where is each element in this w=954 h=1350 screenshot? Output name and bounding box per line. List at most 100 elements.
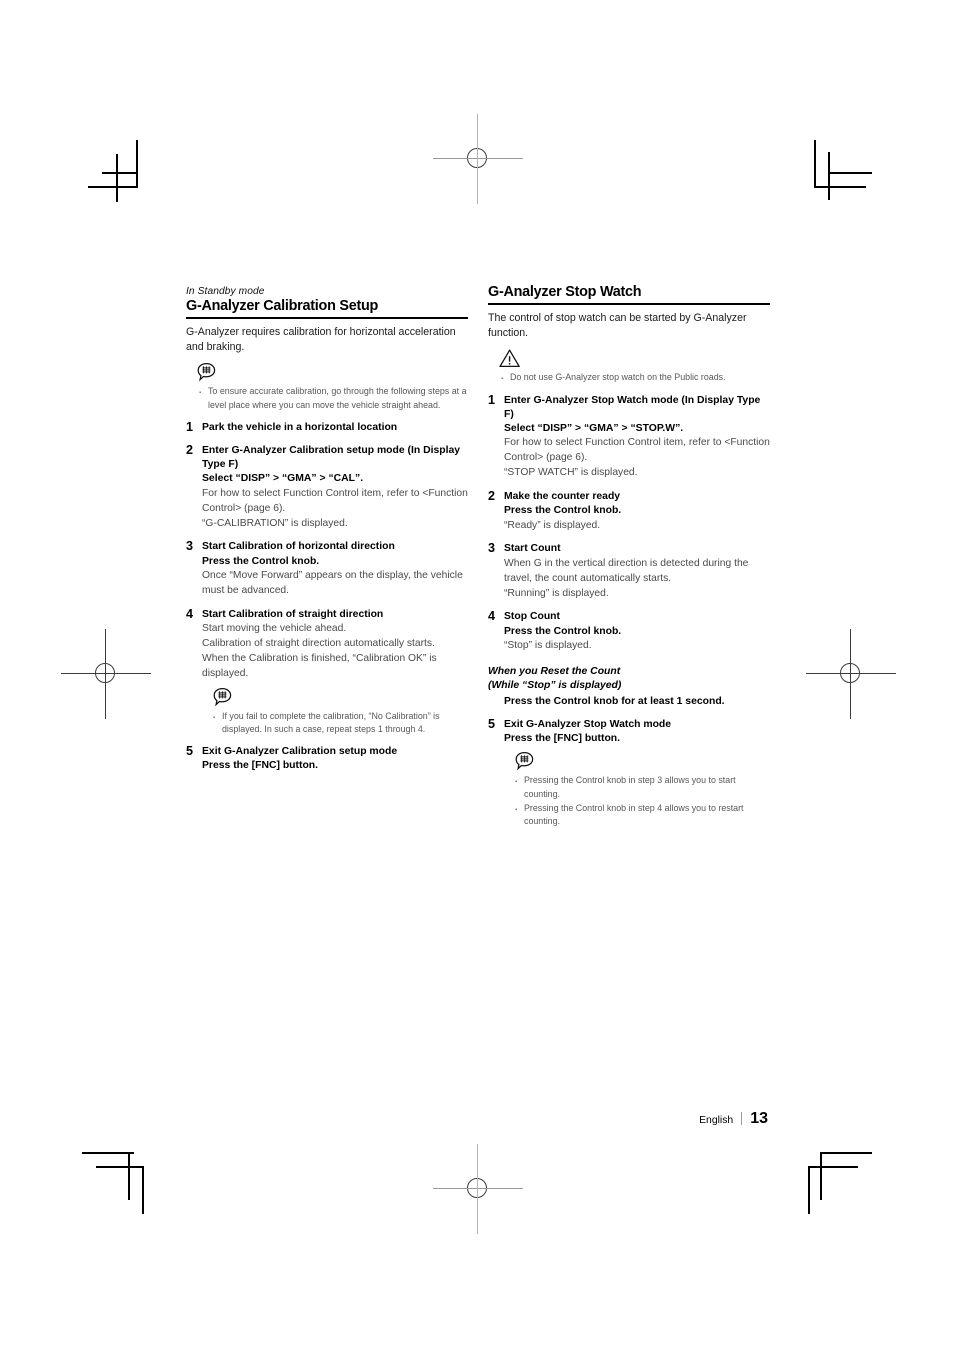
step-subheading: Select “DISP” > “GMA” > “CAL”. [202, 473, 364, 485]
step-number: 5 [186, 744, 194, 759]
crop-mark-bottom-left-h-outer [82, 1152, 134, 1154]
crop-mark-bottom-right-h-outer [820, 1152, 872, 1154]
stopwatch-step-1: 1 Enter G-Analyzer Stop Watch mode (In D… [488, 392, 770, 482]
step-number: 4 [186, 606, 194, 621]
note-bubble-icon [212, 687, 468, 709]
step-subheading: Press the [FNC] button. [504, 733, 621, 745]
crop-mark-bottom-left-h-inner [96, 1166, 144, 1168]
calibration-step-3: 3 Start Calibration of horizontal direct… [186, 539, 468, 598]
note-item: To ensure accurate calibration, go throu… [186, 384, 468, 411]
note-list: Pressing the Control knob in step 3 allo… [504, 773, 770, 828]
crop-mark-bottom-right-v-outer [820, 1152, 822, 1200]
step-number: 1 [488, 392, 496, 407]
crop-mark-top-right-h-inner [828, 172, 872, 174]
crop-mark-top-right-h-outer [814, 186, 866, 188]
note-item: Pressing the Control knob in step 3 allo… [504, 773, 770, 800]
footer-page-number: 13 [750, 1110, 768, 1127]
calibration-step4-note-block: If you fail to complete the calibration,… [202, 687, 468, 736]
calibration-step-4: 4 Start Calibration of straight directio… [186, 606, 468, 736]
registration-mark-right-middle [806, 629, 896, 719]
step-heading: Stop Count [504, 611, 560, 623]
registration-hairline-v [477, 114, 478, 204]
crop-mark-top-right-v-outer [814, 140, 816, 188]
step-heading: Start Calibration of straight direction [202, 608, 384, 620]
note-list: If you fail to complete the calibration,… [202, 709, 468, 736]
step-number: 2 [488, 489, 496, 504]
crop-mark-top-left-v-outer [136, 140, 138, 188]
registration-hairline-h [61, 673, 151, 674]
step-heading: Make the counter ready [504, 491, 621, 503]
caution-list: Do not use G-Analyzer stop watch on the … [488, 370, 770, 386]
stopwatch-step-3: 3 Start Count When G in the vertical dir… [488, 541, 770, 601]
step-heading: Exit G-Analyzer Stop Watch mode [504, 718, 672, 730]
calibration-step-5: 5 Exit G-Analyzer Calibration setup mode… [186, 744, 468, 774]
step-heading: Exit G-Analyzer Calibration setup mode [202, 746, 398, 758]
section-kicker: In Standby mode [186, 286, 265, 297]
footer-language-label: English [699, 1115, 734, 1126]
step-body: For how to select Function Control item,… [504, 437, 770, 479]
left-column: In Standby mode G-Analyzer Calibration S… [186, 286, 468, 774]
step-body: “Stop” is displayed. [504, 639, 592, 651]
stopwatch-note-block: Pressing the Control knob in step 3 allo… [504, 751, 770, 828]
note-list: To ensure accurate calibration, go throu… [186, 384, 468, 411]
step-number: 1 [186, 419, 194, 434]
step-body: Start moving the vehicle ahead. Calibrati… [202, 623, 437, 679]
page-title-stop-watch: G-Analyzer Stop Watch [488, 284, 642, 300]
step-heading: Start Count [504, 543, 561, 555]
registration-hairline-v [477, 1144, 478, 1234]
registration-hairline-h [433, 158, 523, 159]
step-subheading: Press the Control knob. [202, 555, 320, 567]
registration-hairline-h [433, 1188, 523, 1189]
crop-mark-bottom-right-v-inner [808, 1166, 810, 1214]
title-underline [488, 303, 770, 306]
printed-page: In Standby mode G-Analyzer Calibration S… [0, 0, 954, 1350]
crop-mark-bottom-left-v-inner [142, 1166, 144, 1214]
crop-mark-top-left-v-inner [116, 154, 118, 202]
calibration-step-2: 2 Enter G-Analyzer Calibration setup mod… [186, 442, 468, 532]
step-body: Once “Move Forward” appears on the displ… [202, 569, 463, 596]
footer-divider [741, 1112, 743, 1125]
crop-mark-bottom-right-h-inner [810, 1166, 858, 1168]
reset-count-subheading: When you Reset the Count (While “Stop” is… [488, 665, 622, 692]
step-heading: Park the vehicle in a horizontal locatio… [202, 421, 398, 433]
stopwatch-step-4: 4 Stop Count Press the Control knob. “St… [488, 609, 770, 653]
stopwatch-step-5: 5 Exit G-Analyzer Stop Watch mode Press … [488, 716, 770, 828]
calibration-intro-text: G-Analyzer requires calibration for hori… [186, 326, 456, 354]
registration-hairline-v [850, 629, 851, 719]
step-number: 3 [186, 539, 194, 554]
crop-mark-top-right-v-inner [828, 152, 830, 200]
note-item: Pressing the Control knob in step 4 allo… [504, 801, 770, 828]
registration-mark-bottom-center [433, 1144, 523, 1234]
step-subheading: Press the [FNC] button. [202, 760, 319, 772]
stopwatch-intro-text: The control of stop watch can be started… [488, 312, 747, 340]
step-subheading: Press the Control knob. [504, 505, 622, 517]
reset-count-instruction: Press the Control knob for at least 1 se… [504, 695, 725, 707]
stopwatch-caution-block: Do not use G-Analyzer stop watch on the … [488, 348, 770, 386]
note-item: If you fail to complete the calibration,… [202, 709, 468, 736]
registration-hairline-v [105, 629, 106, 719]
step-heading: Enter G-Analyzer Calibration setup mode … [202, 444, 461, 471]
calibration-note-block: To ensure accurate calibration, go throu… [186, 362, 468, 411]
crop-mark-top-left-h-outer [88, 186, 138, 188]
stopwatch-step-2: 2 Make the counter ready Press the Contr… [488, 489, 770, 533]
note-bubble-icon [514, 751, 770, 773]
note-bubble-icon [196, 362, 468, 384]
step-heading: Start Calibration of horizontal directio… [202, 541, 395, 553]
step-number: 2 [186, 442, 194, 457]
step-body: “Ready” is displayed. [504, 519, 601, 531]
registration-mark-left-middle [61, 629, 151, 719]
title-underline [186, 317, 468, 320]
step-number: 4 [488, 609, 496, 624]
right-column: G-Analyzer Stop Watch The control of sto… [488, 284, 770, 830]
step-number: 5 [488, 716, 496, 731]
warning-triangle-icon [498, 348, 770, 370]
step-subheading: Select “DISP” > “GMA” > “STOP.W”. [504, 423, 684, 435]
step-heading: Enter G-Analyzer Stop Watch mode (In Dis… [504, 394, 761, 420]
page-title-calibration: G-Analyzer Calibration Setup [186, 298, 379, 314]
step-subheading: Press the Control knob. [504, 625, 622, 637]
calibration-step-1: 1 Park the vehicle in a horizontal locat… [186, 419, 468, 435]
step-body: For how to select Function Control item,… [202, 487, 468, 529]
registration-mark-top-center [433, 114, 523, 204]
caution-item: Do not use G-Analyzer stop watch on the … [488, 370, 770, 386]
crop-mark-top-left-h-inner [102, 172, 138, 174]
